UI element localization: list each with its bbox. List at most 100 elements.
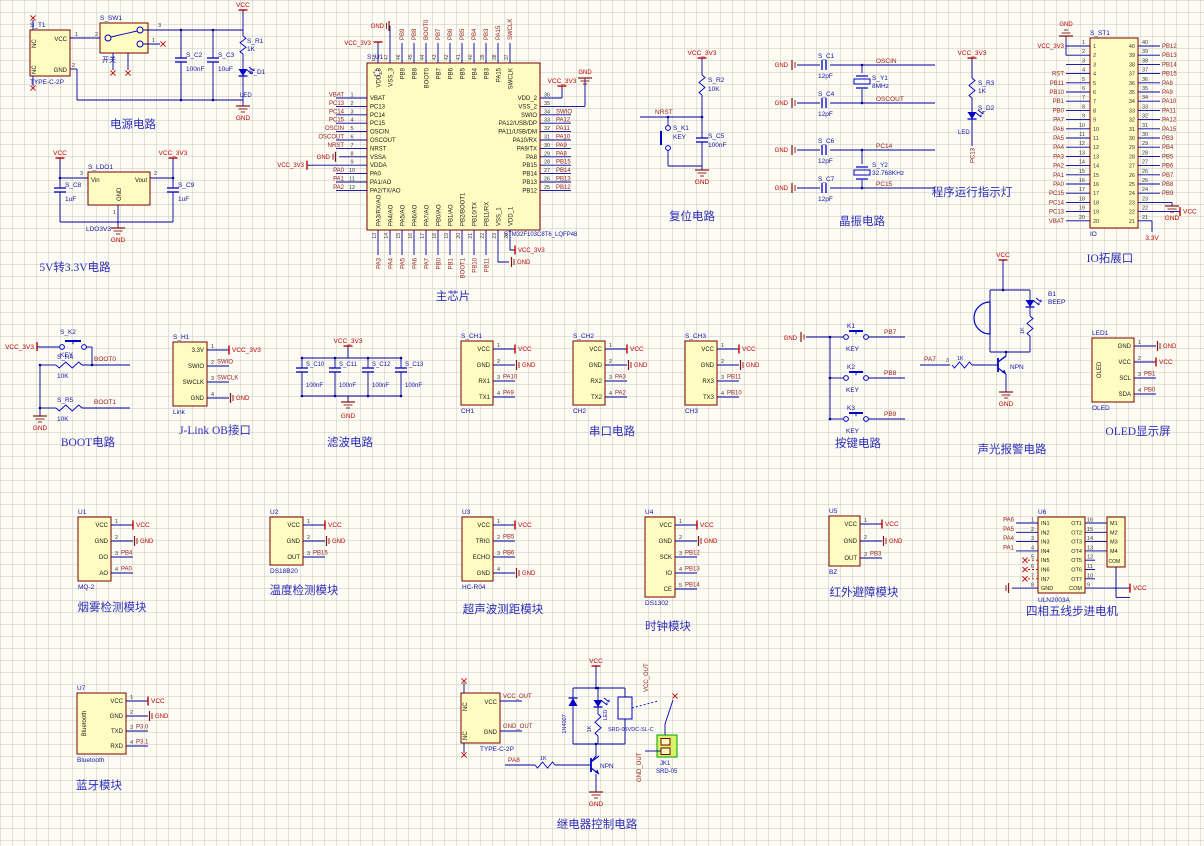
- net-label: PA3: [377, 257, 383, 269]
- resistor-icon[interactable]: [534, 761, 556, 769]
- button-icon[interactable]: [665, 125, 671, 131]
- buzzer-icon[interactable]: [973, 301, 991, 335]
- resistor-icon[interactable]: [951, 361, 973, 369]
- net-label: PA1: [1053, 173, 1065, 179]
- pin-number: 4: [497, 391, 500, 397]
- pin-name: PB14: [522, 172, 537, 178]
- button-icon[interactable]: [843, 375, 849, 381]
- pin-name: GND: [95, 539, 109, 545]
- pin-name: VBAT: [370, 96, 386, 102]
- button-icon[interactable]: [665, 145, 671, 151]
- pin-number: 1: [1138, 340, 1141, 346]
- pin-name: IN2: [1041, 530, 1050, 536]
- label: S_C13: [405, 362, 424, 368]
- resistor-icon[interactable]: [55, 404, 83, 412]
- button-icon[interactable]: [59, 344, 65, 350]
- designator: S_CH3: [685, 333, 706, 340]
- pin-number: 27: [544, 168, 550, 174]
- pin-number: 17: [420, 233, 426, 239]
- pin-name: SDA: [1119, 392, 1131, 398]
- label: NC: [463, 702, 469, 711]
- resistor-icon[interactable]: [698, 74, 706, 96]
- button-icon[interactable]: [863, 416, 869, 422]
- net-label: VBAT: [1049, 219, 1065, 225]
- led-icon[interactable]: [238, 69, 248, 76]
- net-label: PB4: [121, 551, 133, 557]
- button-icon[interactable]: [843, 334, 849, 340]
- net-label: PC14: [1049, 200, 1065, 206]
- pin-name: OT6: [1071, 568, 1082, 574]
- resistor-icon[interactable]: [1026, 315, 1034, 337]
- pin-name: IO: [666, 571, 673, 577]
- crystal-icon[interactable]: [853, 78, 871, 85]
- pin-name: PB8: [413, 67, 419, 79]
- label: 100nF: [372, 383, 389, 389]
- net-label: PA8: [1162, 81, 1174, 87]
- crystal-icon[interactable]: [853, 169, 871, 176]
- label: S_D1: [249, 69, 266, 76]
- power-label: VCC_3V3: [518, 248, 545, 254]
- net-label: PB1: [1053, 99, 1065, 105]
- module-title-stepper: 四相五线步进电机: [1026, 604, 1118, 618]
- pin-name: OSCOUT: [370, 138, 396, 144]
- designator: S_T1: [30, 22, 46, 29]
- wire: [631, 700, 659, 709]
- pin-name: AO: [99, 571, 108, 577]
- pin-name: RXD: [110, 744, 123, 750]
- resistor-icon[interactable]: [594, 713, 602, 737]
- button-icon[interactable]: [863, 375, 869, 381]
- label: 8: [1093, 108, 1096, 114]
- label: VCC: [484, 700, 497, 706]
- pin-number: 18: [1079, 196, 1085, 202]
- pin-number: 35: [1142, 86, 1148, 92]
- part-name: IO: [1090, 231, 1097, 238]
- net-label: PB15: [1162, 72, 1177, 78]
- power-label: GND: [317, 155, 331, 161]
- part-name: TYPE-C-2P: [30, 79, 64, 86]
- net-label: PA12: [1162, 118, 1177, 124]
- diode-icon[interactable]: [568, 698, 578, 706]
- resistor-icon[interactable]: [55, 361, 83, 369]
- designator: JK1: [660, 761, 671, 767]
- net-label: PB14: [685, 583, 700, 589]
- designator: S_H1: [173, 334, 190, 341]
- wire: [1033, 300, 1040, 306]
- label: S_C7: [818, 176, 835, 183]
- net-label: PA0: [1053, 182, 1065, 188]
- schematic-canvas[interactable]: S_T1TYPE-C-2PNCNCVCCGND1 22S_SW1开关31S_C21…: [0, 0, 1204, 846]
- label: 9: [1093, 118, 1096, 124]
- part-name: NPN: [1010, 364, 1024, 371]
- led-icon[interactable]: [593, 700, 603, 707]
- pin-number: 2: [864, 535, 867, 541]
- button-icon[interactable]: [843, 416, 849, 422]
- led-icon[interactable]: [967, 112, 977, 119]
- label: 21: [1129, 219, 1135, 225]
- label: S_Y1: [872, 75, 888, 82]
- pin-name: PC15: [370, 121, 386, 127]
- resistor-icon[interactable]: [239, 35, 247, 55]
- power-label: VCC: [236, 2, 250, 9]
- button-icon[interactable]: [81, 344, 87, 350]
- relay-coil-icon[interactable]: [617, 696, 633, 720]
- pin-number: 30: [544, 143, 550, 149]
- wire: [975, 112, 982, 118]
- button-icon[interactable]: [863, 334, 869, 340]
- pin-name: RX1: [478, 379, 490, 385]
- pin-number: 29: [1142, 141, 1148, 147]
- pin-number: 26: [1142, 169, 1148, 175]
- pin-number: 2: [679, 535, 682, 541]
- net-label: GND_OUT: [637, 752, 643, 782]
- module-title-relay: 继电器控制电路: [557, 817, 638, 831]
- part-name: TYPE-C-2P: [480, 746, 514, 753]
- part-name: HC-R04: [462, 584, 486, 591]
- power-label: GND: [775, 101, 789, 107]
- net-label: SWIO: [217, 360, 233, 366]
- led-icon[interactable]: [1025, 300, 1035, 307]
- pin-name: BOOT0: [425, 67, 431, 88]
- resistor-icon[interactable]: [968, 77, 976, 99]
- label: 10: [1093, 127, 1099, 133]
- label: S_R1: [247, 38, 264, 45]
- pin-name: OT4: [1071, 549, 1082, 555]
- label: S_K2: [60, 329, 76, 336]
- net-label: PA8: [508, 757, 520, 764]
